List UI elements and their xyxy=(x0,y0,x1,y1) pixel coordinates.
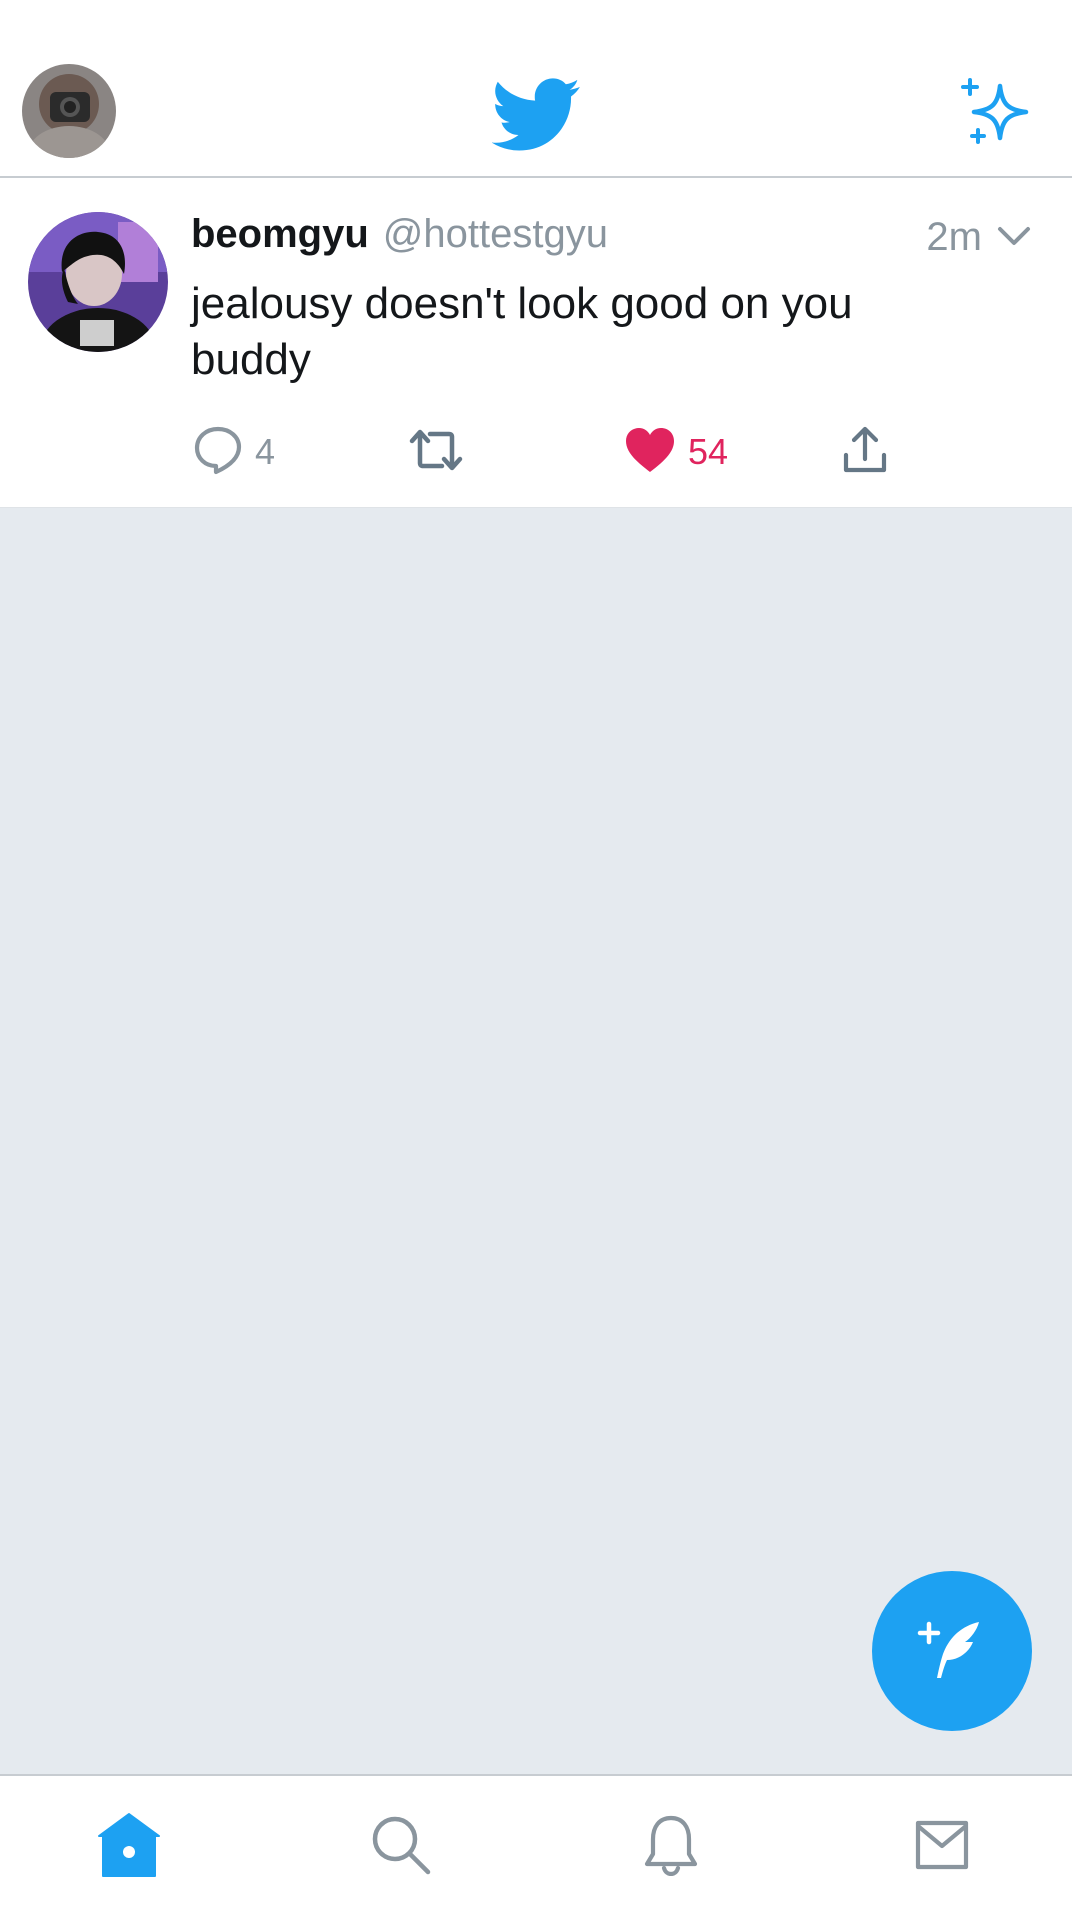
tweet-actions: 4 54 xyxy=(0,422,1072,482)
sparkle-icon[interactable] xyxy=(960,78,1032,146)
tab-home[interactable] xyxy=(94,1812,164,1882)
username-handle[interactable]: @hottestgyu xyxy=(383,212,608,257)
tweet-author-avatar[interactable] xyxy=(28,212,168,352)
tab-messages[interactable] xyxy=(907,1812,977,1882)
twitter-bird-icon xyxy=(491,78,582,152)
heart-icon xyxy=(624,426,676,479)
compose-tweet-button[interactable] xyxy=(872,1571,1032,1731)
compose-feather-icon xyxy=(917,1614,987,1689)
retweet-button[interactable] xyxy=(408,422,464,482)
share-icon xyxy=(842,425,888,480)
chevron-down-icon[interactable] xyxy=(996,224,1032,248)
profile-avatar[interactable] xyxy=(22,64,116,158)
like-count: 54 xyxy=(688,431,729,472)
reply-icon xyxy=(193,425,243,480)
display-name[interactable]: beomgyu xyxy=(191,212,369,257)
top-header xyxy=(0,0,1072,178)
envelope-icon xyxy=(915,1820,969,1875)
reply-button[interactable]: 4 xyxy=(193,422,275,482)
tweet-author-row: beomgyu @hottestgyu xyxy=(191,212,608,262)
retweet-icon xyxy=(408,425,464,480)
tweet[interactable]: beomgyu @hottestgyu 2m jealousy doesn't … xyxy=(0,178,1072,508)
reply-count: 4 xyxy=(255,431,276,472)
bell-icon xyxy=(642,1814,700,1881)
home-icon xyxy=(97,1812,161,1883)
tab-search[interactable] xyxy=(366,1812,436,1882)
tweet-text: jealousy doesn't look good on you buddy xyxy=(191,279,853,384)
tab-notifications[interactable] xyxy=(636,1812,706,1882)
like-button[interactable]: 54 xyxy=(624,422,728,482)
bottom-tab-bar xyxy=(0,1774,1072,1920)
tweet-timestamp: 2m xyxy=(926,215,982,259)
search-icon xyxy=(370,1814,432,1881)
share-button[interactable] xyxy=(842,422,888,482)
